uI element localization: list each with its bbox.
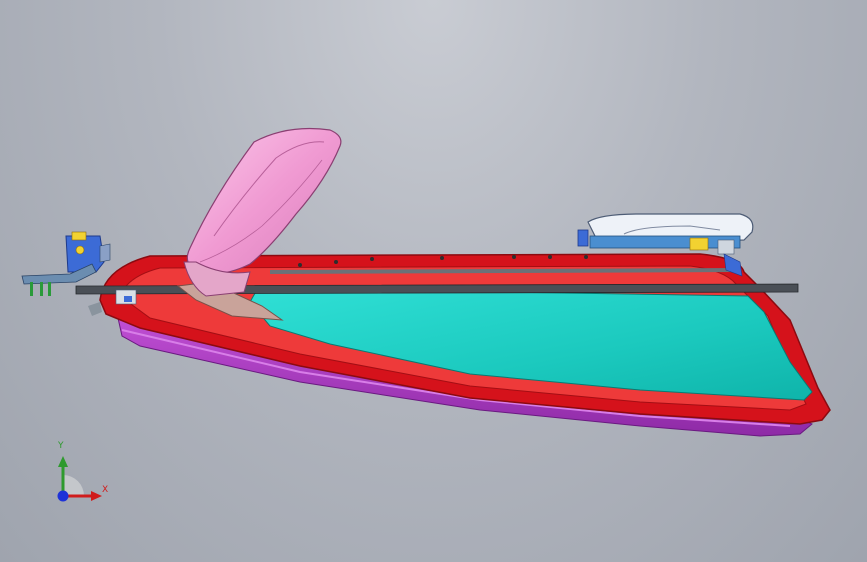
coordinate-triad: Y X bbox=[44, 440, 114, 510]
cad-graphics-area[interactable]: Y X bbox=[0, 0, 867, 562]
x-axis-label: X bbox=[102, 485, 109, 495]
door-assembly-model[interactable] bbox=[0, 0, 867, 562]
y-axis-label: Y bbox=[58, 441, 64, 451]
mirror-housing bbox=[186, 127, 342, 275]
triad-graphic bbox=[57, 456, 102, 502]
